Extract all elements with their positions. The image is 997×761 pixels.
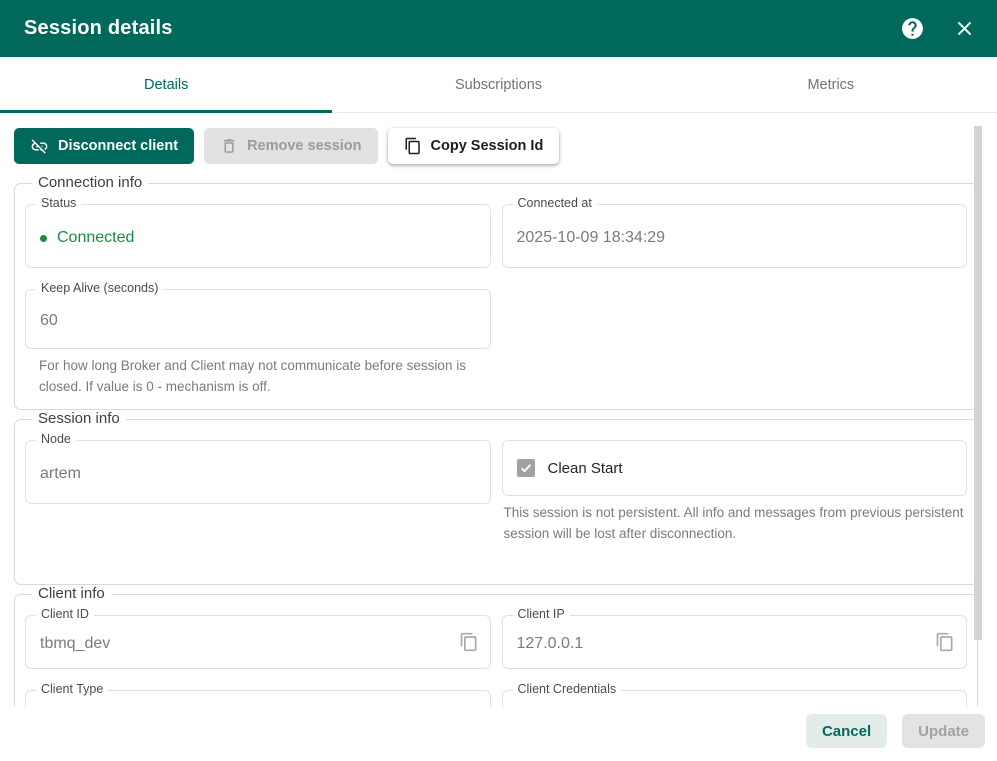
dialog-header: Session details: [0, 0, 997, 57]
tab-details[interactable]: Details: [0, 57, 332, 112]
keep-alive-value: 60: [40, 312, 58, 330]
link-off-icon: [30, 137, 49, 156]
keep-alive-cell: Keep Alive (seconds) 60 For how long Bro…: [25, 289, 491, 397]
client-id-label: Client ID: [36, 607, 94, 621]
status-value: Connected: [57, 229, 134, 247]
tab-subscriptions[interactable]: Subscriptions: [332, 57, 664, 112]
clean-start-cell: Clean Start This session is not persiste…: [502, 440, 968, 544]
check-icon: [519, 461, 533, 475]
copy-icon: [459, 632, 479, 652]
node-field: Node artem: [25, 440, 491, 504]
status-dot-icon: [40, 235, 47, 242]
remove-session-button[interactable]: Remove session: [204, 128, 377, 164]
connected-at-field: Connected at 2025-10-09 18:34:29: [502, 204, 968, 268]
copy-icon: [404, 137, 422, 155]
update-button[interactable]: Update: [902, 714, 985, 748]
copy-icon: [935, 632, 955, 652]
dialog-footer: Cancel Update: [0, 707, 997, 761]
copy-session-id-button[interactable]: Copy Session Id: [388, 128, 560, 164]
node-label: Node: [36, 432, 76, 446]
copy-client-id-button[interactable]: [456, 629, 482, 655]
tab-bar: Details Subscriptions Metrics: [0, 57, 997, 113]
connection-info-legend: Connection info: [32, 174, 148, 191]
session-info-group: Session info Node artem Clean Start: [14, 419, 978, 585]
disconnect-client-button[interactable]: Disconnect client: [14, 128, 194, 164]
session-info-legend: Session info: [32, 410, 126, 427]
status-label: Status: [36, 196, 81, 210]
help-icon: [900, 16, 925, 41]
copy-session-id-label: Copy Session Id: [431, 138, 544, 154]
client-type-label: Client Type: [36, 682, 108, 696]
dialog-title: Session details: [24, 17, 899, 40]
client-info-legend: Client info: [32, 585, 111, 602]
clean-start-label: Clean Start: [548, 460, 623, 477]
disconnect-client-label: Disconnect client: [58, 138, 178, 154]
delete-icon: [220, 137, 238, 155]
close-icon: [953, 17, 976, 40]
tab-metrics[interactable]: Metrics: [665, 57, 997, 112]
help-button[interactable]: [899, 16, 925, 42]
vertical-scrollbar-thumb[interactable]: [974, 126, 982, 640]
client-credentials-label: Client Credentials: [513, 682, 622, 696]
connection-info-group: Connection info Status Connected Connect…: [14, 183, 978, 410]
remove-session-label: Remove session: [247, 138, 361, 154]
client-id-field: Client ID tbmq_dev: [25, 615, 491, 669]
client-ip-label: Client IP: [513, 607, 570, 621]
client-id-value: tbmq_dev: [40, 635, 110, 653]
status-field: Status Connected: [25, 204, 491, 268]
client-ip-field: Client IP 127.0.0.1: [502, 615, 968, 669]
close-button[interactable]: [951, 16, 977, 42]
connected-at-value: 2025-10-09 18:34:29: [517, 229, 666, 247]
dialog-body: Disconnect client Remove session Copy Se…: [0, 113, 997, 761]
clean-start-field: Clean Start: [502, 440, 968, 496]
keep-alive-field: Keep Alive (seconds) 60: [25, 289, 491, 349]
clean-start-checkbox[interactable]: [517, 459, 535, 477]
node-value: artem: [40, 465, 81, 483]
session-toolbar: Disconnect client Remove session Copy Se…: [14, 128, 983, 164]
client-ip-value: 127.0.0.1: [517, 635, 584, 653]
keep-alive-label: Keep Alive (seconds): [36, 281, 163, 295]
header-actions: [899, 16, 977, 42]
cancel-button[interactable]: Cancel: [806, 714, 887, 748]
keep-alive-hint: For how long Broker and Client may not c…: [39, 356, 489, 397]
clean-start-hint: This session is not persistent. All info…: [504, 503, 966, 544]
connected-at-label: Connected at: [513, 196, 597, 210]
copy-client-ip-button[interactable]: [932, 629, 958, 655]
